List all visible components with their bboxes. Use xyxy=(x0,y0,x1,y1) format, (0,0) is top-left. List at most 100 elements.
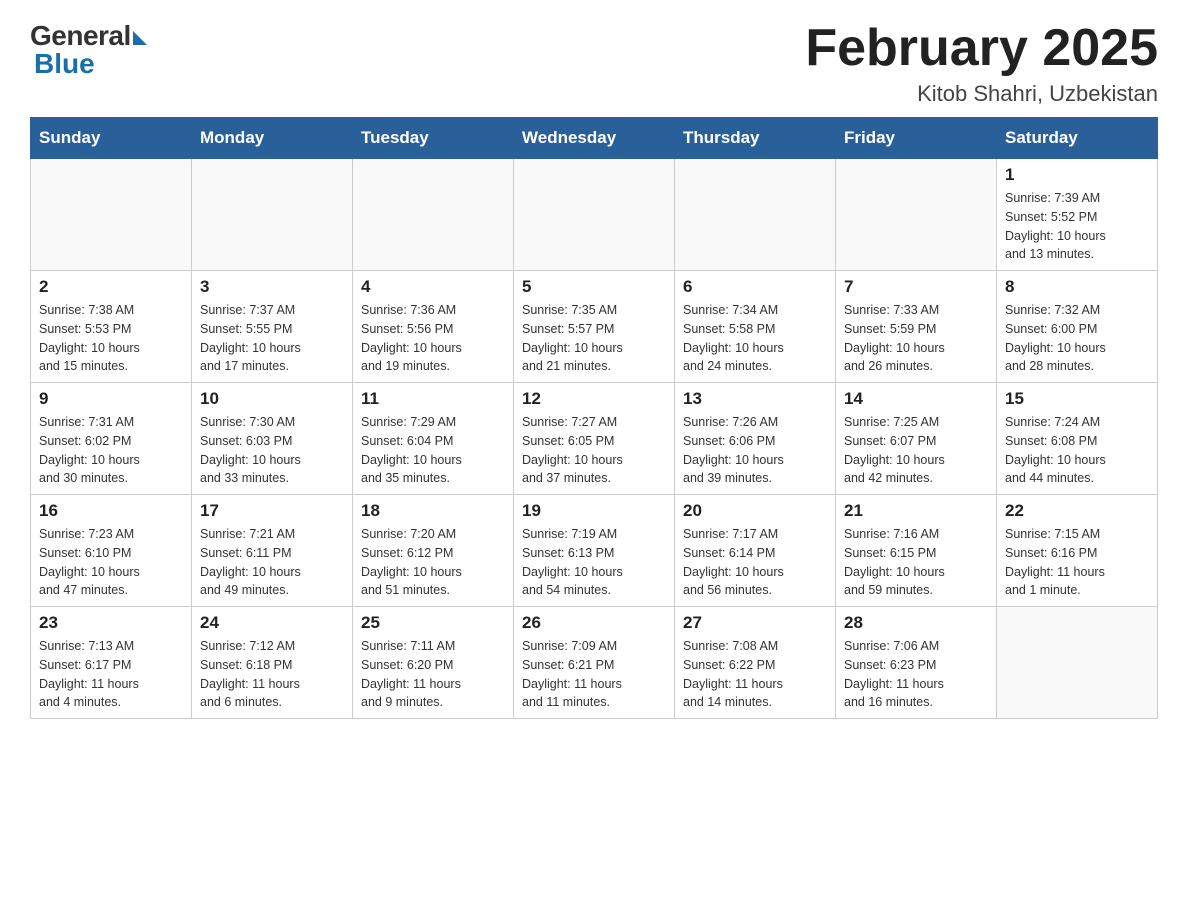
day-cell: 6Sunrise: 7:34 AM Sunset: 5:58 PM Daylig… xyxy=(675,271,836,383)
calendar-title: February 2025 xyxy=(805,20,1158,77)
day-cell: 5Sunrise: 7:35 AM Sunset: 5:57 PM Daylig… xyxy=(514,271,675,383)
header-sunday: Sunday xyxy=(31,118,192,159)
day-cell: 9 Sunrise: 7:31 AM Sunset: 6:02 PM Daylig… xyxy=(31,383,192,495)
day-info: Sunrise: 7:23 AM Sunset: 6:10 PM Dayligh… xyxy=(39,525,183,600)
day-info: Sunrise: 7:26 AM Sunset: 6:06 PM Dayligh… xyxy=(683,413,827,488)
week-row-3: 9 Sunrise: 7:31 AM Sunset: 6:02 PM Daylig… xyxy=(31,383,1158,495)
day-cell: 7 Sunrise: 7:33 AM Sunset: 5:59 PM Daylig… xyxy=(836,271,997,383)
day-cell: 24Sunrise: 7:12 AM Sunset: 6:18 PM Dayli… xyxy=(192,607,353,719)
day-number: 12 xyxy=(522,389,666,409)
day-number: 4 xyxy=(361,277,505,297)
day-cell: 2Sunrise: 7:38 AM Sunset: 5:53 PM Daylig… xyxy=(31,271,192,383)
day-number: 8 xyxy=(1005,277,1149,297)
week-row-2: 2Sunrise: 7:38 AM Sunset: 5:53 PM Daylig… xyxy=(31,271,1158,383)
day-cell: 12 Sunrise: 7:27 AM Sunset: 6:05 PM Dayli… xyxy=(514,383,675,495)
day-cell xyxy=(514,159,675,271)
day-number: 9 xyxy=(39,389,183,409)
day-info: Sunrise: 7:24 AM Sunset: 6:08 PM Dayligh… xyxy=(1005,413,1149,488)
day-info: Sunrise: 7:37 AM Sunset: 5:55 PM Dayligh… xyxy=(200,301,344,376)
day-number: 14 xyxy=(844,389,988,409)
day-cell: 11 Sunrise: 7:29 AM Sunset: 6:04 PM Dayli… xyxy=(353,383,514,495)
day-cell: 16Sunrise: 7:23 AM Sunset: 6:10 PM Dayli… xyxy=(31,495,192,607)
day-number: 5 xyxy=(522,277,666,297)
day-number: 7 xyxy=(844,277,988,297)
day-cell: 4 Sunrise: 7:36 AM Sunset: 5:56 PM Daylig… xyxy=(353,271,514,383)
day-info: Sunrise: 7:27 AM Sunset: 6:05 PM Dayligh… xyxy=(522,413,666,488)
day-cell: 21Sunrise: 7:16 AM Sunset: 6:15 PM Dayli… xyxy=(836,495,997,607)
day-number: 18 xyxy=(361,501,505,521)
day-info: Sunrise: 7:13 AM Sunset: 6:17 PM Dayligh… xyxy=(39,637,183,712)
day-info: Sunrise: 7:33 AM Sunset: 5:59 PM Dayligh… xyxy=(844,301,988,376)
day-cell: 23 Sunrise: 7:13 AM Sunset: 6:17 PM Dayli… xyxy=(31,607,192,719)
day-number: 24 xyxy=(200,613,344,633)
day-number: 20 xyxy=(683,501,827,521)
day-cell: 26 Sunrise: 7:09 AM Sunset: 6:21 PM Dayli… xyxy=(514,607,675,719)
day-cell: 19 Sunrise: 7:19 AM Sunset: 6:13 PM Dayli… xyxy=(514,495,675,607)
header-monday: Monday xyxy=(192,118,353,159)
day-cell: 1 Sunrise: 7:39 AM Sunset: 5:52 PM Daylig… xyxy=(997,159,1158,271)
day-cell: 3 Sunrise: 7:37 AM Sunset: 5:55 PM Daylig… xyxy=(192,271,353,383)
logo-blue-text: Blue xyxy=(34,48,95,80)
day-number: 27 xyxy=(683,613,827,633)
day-cell: 15 Sunrise: 7:24 AM Sunset: 6:08 PM Dayli… xyxy=(997,383,1158,495)
day-number: 26 xyxy=(522,613,666,633)
day-number: 2 xyxy=(39,277,183,297)
logo: General Blue xyxy=(30,20,147,80)
day-cell: 14Sunrise: 7:25 AM Sunset: 6:07 PM Dayli… xyxy=(836,383,997,495)
day-number: 15 xyxy=(1005,389,1149,409)
day-cell xyxy=(836,159,997,271)
day-info: Sunrise: 7:09 AM Sunset: 6:21 PM Dayligh… xyxy=(522,637,666,712)
day-cell: 13 Sunrise: 7:26 AM Sunset: 6:06 PM Dayli… xyxy=(675,383,836,495)
day-cell xyxy=(31,159,192,271)
day-info: Sunrise: 7:19 AM Sunset: 6:13 PM Dayligh… xyxy=(522,525,666,600)
title-block: February 2025 Kitob Shahri, Uzbekistan xyxy=(805,20,1158,107)
day-number: 6 xyxy=(683,277,827,297)
header-wednesday: Wednesday xyxy=(514,118,675,159)
day-info: Sunrise: 7:20 AM Sunset: 6:12 PM Dayligh… xyxy=(361,525,505,600)
weekday-header-row: Sunday Monday Tuesday Wednesday Thursday… xyxy=(31,118,1158,159)
header-tuesday: Tuesday xyxy=(353,118,514,159)
week-row-1: 1 Sunrise: 7:39 AM Sunset: 5:52 PM Daylig… xyxy=(31,159,1158,271)
day-cell: 18 Sunrise: 7:20 AM Sunset: 6:12 PM Dayli… xyxy=(353,495,514,607)
day-info: Sunrise: 7:21 AM Sunset: 6:11 PM Dayligh… xyxy=(200,525,344,600)
day-info: Sunrise: 7:29 AM Sunset: 6:04 PM Dayligh… xyxy=(361,413,505,488)
week-row-4: 16Sunrise: 7:23 AM Sunset: 6:10 PM Dayli… xyxy=(31,495,1158,607)
day-cell: 17 Sunrise: 7:21 AM Sunset: 6:11 PM Dayli… xyxy=(192,495,353,607)
day-number: 10 xyxy=(200,389,344,409)
day-number: 28 xyxy=(844,613,988,633)
day-info: Sunrise: 7:15 AM Sunset: 6:16 PM Dayligh… xyxy=(1005,525,1149,600)
day-info: Sunrise: 7:11 AM Sunset: 6:20 PM Dayligh… xyxy=(361,637,505,712)
day-cell xyxy=(192,159,353,271)
day-number: 19 xyxy=(522,501,666,521)
day-number: 23 xyxy=(39,613,183,633)
calendar-table: Sunday Monday Tuesday Wednesday Thursday… xyxy=(30,117,1158,719)
day-cell xyxy=(353,159,514,271)
day-info: Sunrise: 7:17 AM Sunset: 6:14 PM Dayligh… xyxy=(683,525,827,600)
day-number: 1 xyxy=(1005,165,1149,185)
day-number: 13 xyxy=(683,389,827,409)
day-cell: 27Sunrise: 7:08 AM Sunset: 6:22 PM Dayli… xyxy=(675,607,836,719)
day-cell: 8 Sunrise: 7:32 AM Sunset: 6:00 PM Daylig… xyxy=(997,271,1158,383)
day-number: 22 xyxy=(1005,501,1149,521)
day-info: Sunrise: 7:32 AM Sunset: 6:00 PM Dayligh… xyxy=(1005,301,1149,376)
page-header: General Blue February 2025 Kitob Shahri,… xyxy=(30,20,1158,107)
day-cell: 28Sunrise: 7:06 AM Sunset: 6:23 PM Dayli… xyxy=(836,607,997,719)
day-cell: 25 Sunrise: 7:11 AM Sunset: 6:20 PM Dayli… xyxy=(353,607,514,719)
day-number: 11 xyxy=(361,389,505,409)
day-info: Sunrise: 7:16 AM Sunset: 6:15 PM Dayligh… xyxy=(844,525,988,600)
header-friday: Friday xyxy=(836,118,997,159)
day-number: 25 xyxy=(361,613,505,633)
day-info: Sunrise: 7:36 AM Sunset: 5:56 PM Dayligh… xyxy=(361,301,505,376)
header-saturday: Saturday xyxy=(997,118,1158,159)
day-cell: 22 Sunrise: 7:15 AM Sunset: 6:16 PM Dayli… xyxy=(997,495,1158,607)
day-cell xyxy=(997,607,1158,719)
day-number: 17 xyxy=(200,501,344,521)
day-info: Sunrise: 7:31 AM Sunset: 6:02 PM Dayligh… xyxy=(39,413,183,488)
header-thursday: Thursday xyxy=(675,118,836,159)
day-info: Sunrise: 7:30 AM Sunset: 6:03 PM Dayligh… xyxy=(200,413,344,488)
calendar-location: Kitob Shahri, Uzbekistan xyxy=(805,81,1158,107)
day-cell xyxy=(675,159,836,271)
day-number: 3 xyxy=(200,277,344,297)
logo-triangle-icon xyxy=(133,31,147,45)
day-info: Sunrise: 7:39 AM Sunset: 5:52 PM Dayligh… xyxy=(1005,189,1149,264)
